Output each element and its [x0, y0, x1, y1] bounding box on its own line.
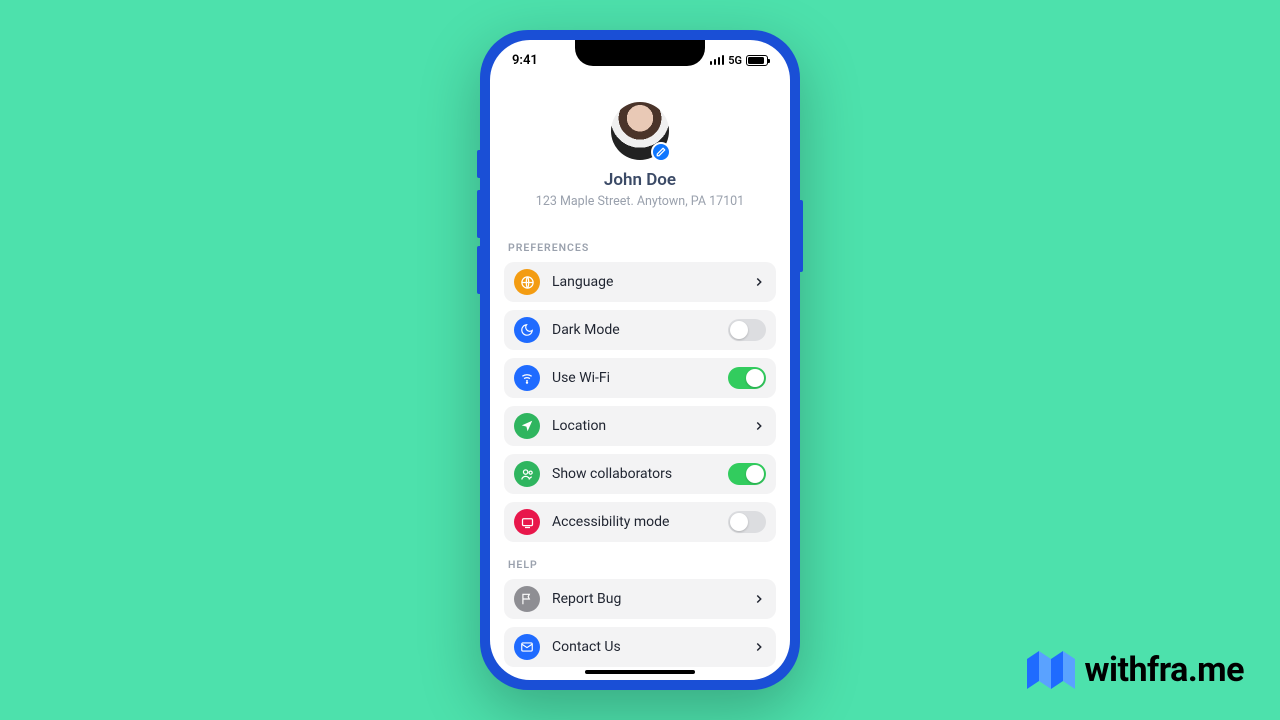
chevron-right-icon — [752, 419, 766, 433]
toggle-collaborators[interactable] — [728, 463, 766, 485]
toggle-dark-mode[interactable] — [728, 319, 766, 341]
row-label: Dark Mode — [552, 322, 728, 338]
phone-volume-down — [477, 246, 480, 294]
chevron-right-icon — [752, 275, 766, 289]
row-label: Use Wi-Fi — [552, 370, 728, 386]
brand-logo-icon — [1027, 651, 1075, 689]
row-label: Language — [552, 274, 752, 290]
chevron-right-icon — [752, 592, 766, 606]
row-label: Show collaborators — [552, 466, 728, 482]
edit-avatar-button[interactable] — [651, 142, 671, 162]
wifi-icon — [514, 365, 540, 391]
row-label: Report Bug — [552, 591, 752, 607]
row-accessibility: Accessibility mode — [504, 502, 776, 542]
row-report-bug[interactable]: Report Bug — [504, 579, 776, 619]
home-indicator — [585, 670, 695, 674]
users-icon — [514, 461, 540, 487]
row-use-wifi: Use Wi-Fi — [504, 358, 776, 398]
section-header-preferences: PREFERENCES — [508, 241, 772, 254]
screen: 9:41 5G John Doe — [490, 40, 790, 680]
mail-icon — [514, 634, 540, 660]
notch — [575, 40, 705, 66]
location-icon — [514, 413, 540, 439]
phone-volume-up — [477, 190, 480, 238]
phone-frame: 9:41 5G John Doe — [480, 30, 800, 690]
brand-text: withfra.me — [1085, 650, 1244, 690]
toggle-accessibility[interactable] — [728, 511, 766, 533]
status-time: 9:41 — [512, 53, 538, 68]
phone-power-button — [800, 200, 803, 272]
content-scroll[interactable]: John Doe 123 Maple Street. Anytown, PA 1… — [490, 80, 790, 680]
row-collaborators: Show collaborators — [504, 454, 776, 494]
accessibility-icon — [514, 509, 540, 535]
row-label: Accessibility mode — [552, 514, 728, 530]
row-contact-us[interactable]: Contact Us — [504, 627, 776, 667]
section-header-help: HELP — [508, 558, 772, 571]
row-location[interactable]: Location — [504, 406, 776, 446]
chevron-right-icon — [752, 640, 766, 654]
phone-mute-switch — [477, 150, 480, 178]
row-dark-mode: Dark Mode — [504, 310, 776, 350]
flag-icon — [514, 586, 540, 612]
pencil-icon — [656, 147, 666, 157]
toggle-use-wifi[interactable] — [728, 367, 766, 389]
row-language[interactable]: Language — [504, 262, 776, 302]
profile-header: John Doe 123 Maple Street. Anytown, PA 1… — [504, 80, 776, 225]
status-right: 5G — [710, 54, 768, 67]
brand: withfra.me — [1027, 650, 1244, 690]
globe-icon — [514, 269, 540, 295]
battery-icon — [746, 55, 768, 66]
avatar-wrap[interactable] — [611, 102, 669, 160]
profile-name: John Doe — [504, 170, 776, 190]
row-label: Location — [552, 418, 752, 434]
network-label: 5G — [728, 54, 742, 67]
profile-address: 123 Maple Street. Anytown, PA 17101 — [504, 194, 776, 209]
row-label: Contact Us — [552, 639, 752, 655]
signal-icon — [710, 55, 725, 65]
moon-icon — [514, 317, 540, 343]
